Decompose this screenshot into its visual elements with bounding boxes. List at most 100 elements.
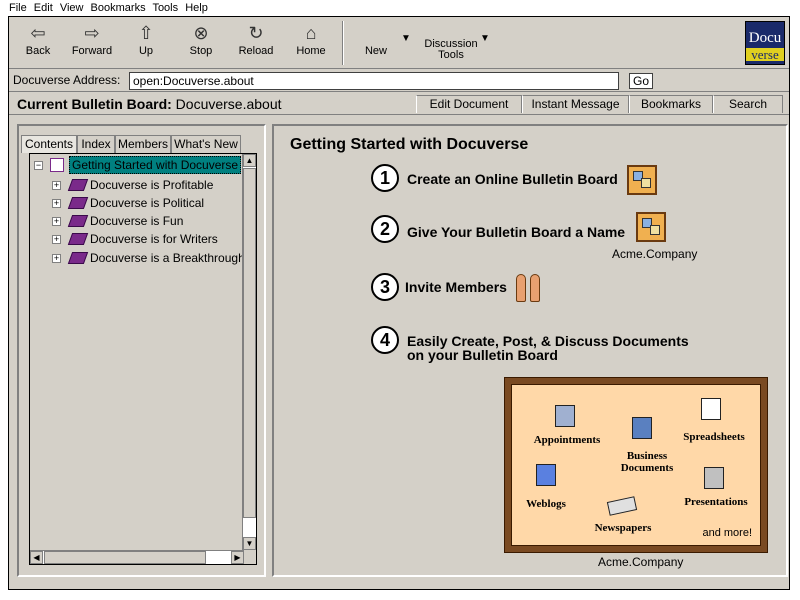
up-button[interactable]: ⇧ Up [121,21,171,67]
step-2-number: 2 [371,215,399,243]
logo-text-bottom: verse [746,48,784,61]
step-1-text[interactable]: Create an Online Bulletin Board [407,172,618,187]
tab-whats-new[interactable]: What's New [171,135,241,153]
appointments-label[interactable]: Appointments [527,434,607,446]
step-4-number: 4 [371,326,399,354]
page-title: Getting Started with Docuverse [290,136,529,153]
weblogs-icon[interactable] [536,464,556,486]
expand-icon[interactable]: + [52,235,61,244]
go-button[interactable]: Go [629,73,653,89]
reload-label: Reload [238,45,274,57]
board-name-caption: Acme.Company [612,247,698,261]
scroll-up-icon[interactable]: ▲ [243,154,256,167]
tree-item[interactable]: + Docuverse is Fun [50,212,242,230]
book-icon [67,252,89,264]
spreadsheets-icon[interactable] [701,398,721,420]
panel-caption: Acme.Company [598,555,684,569]
newspapers-icon[interactable] [606,496,638,516]
up-label: Up [138,45,154,57]
newspapers-label[interactable]: Newspapers [586,522,660,534]
new-dropdown-icon[interactable]: ▼ [401,33,411,44]
back-label: Back [25,45,51,57]
document-types-panel: Appointments Business Documents Spreadsh… [504,377,768,553]
toolbar-separator [342,21,344,65]
tab-instant-message[interactable]: Instant Message [522,95,629,113]
expand-icon[interactable]: + [52,217,61,226]
stop-icon: ⊗ [193,23,209,43]
forward-label: Forward [71,45,113,57]
scroll-left-icon[interactable]: ◀ [30,551,43,564]
board-name: Docuverse.about [175,96,282,112]
step-1-number: 1 [371,164,399,192]
appointments-icon[interactable] [555,405,575,427]
scroll-right-icon[interactable]: ▶ [231,551,244,564]
expand-icon[interactable]: + [52,254,61,263]
book-icon [67,179,89,191]
vertical-scrollbar[interactable]: ▲ ▼ [242,154,256,550]
book-icon [67,215,89,227]
menu-bar: File Edit View Bookmarks Tools Help [0,0,800,16]
tree-item[interactable]: + Docuverse is Profitable [50,176,242,194]
vertical-scroll-thumb[interactable] [243,168,256,518]
new-label: New [364,45,387,57]
tab-index[interactable]: Index [77,135,115,153]
board-title: Current Bulletin Board: Docuverse.about [17,96,282,112]
home-button[interactable]: ⌂ Home [286,21,336,67]
menu-edit[interactable]: Edit [34,2,53,14]
tab-contents[interactable]: Contents [21,135,77,153]
horizontal-scrollbar[interactable]: ◀ ▶ [30,550,244,564]
tree-item[interactable]: + Docuverse is a Breakthrough [50,249,242,267]
horizontal-scroll-thumb[interactable] [44,551,206,564]
menu-view[interactable]: View [60,2,84,14]
tree-root-row[interactable]: − Getting Started with Docuverse [32,156,242,174]
presentations-label[interactable]: Presentations [678,496,754,508]
tree-item-label[interactable]: Docuverse is Political [90,194,204,212]
reload-button[interactable]: ↻ Reload [231,21,281,67]
browser-window: ⇦ Back ⇨ Forward ⇧ Up ⊗ Stop ↻ Reload ⌂ … [8,16,790,590]
discussion-dropdown-icon[interactable]: ▼ [480,33,490,44]
tree-item-label[interactable]: Docuverse is for Writers [90,230,218,248]
toolbar: ⇦ Back ⇨ Forward ⇧ Up ⊗ Stop ↻ Reload ⌂ … [9,17,789,69]
business-documents-label[interactable]: Business Documents [612,450,682,474]
menu-tools[interactable]: Tools [152,2,178,14]
address-label: Docuverse Address: [13,73,121,87]
tab-members[interactable]: Members [115,135,171,153]
address-input[interactable] [129,72,619,90]
menu-help[interactable]: Help [185,2,208,14]
bulletin-board-icon[interactable] [627,165,657,195]
collapse-icon[interactable]: − [34,161,43,170]
tab-search[interactable]: Search [713,95,783,113]
tree-item-label[interactable]: Docuverse is a Breakthrough [90,249,242,267]
tab-edit-document[interactable]: Edit Document [416,95,522,113]
tree-item[interactable]: + Docuverse is Political [50,194,242,212]
menu-bookmarks[interactable]: Bookmarks [91,2,146,14]
tree-item-label[interactable]: Docuverse is Fun [90,212,183,230]
weblogs-label[interactable]: Weblogs [516,498,576,510]
tree-item-label[interactable]: Docuverse is Profitable [90,176,213,194]
expand-icon[interactable]: + [52,199,61,208]
spreadsheets-label[interactable]: Spreadsheets [678,431,750,443]
expand-icon[interactable]: + [52,181,61,190]
forward-button[interactable]: ⇨ Forward [67,21,117,67]
bulletin-board-icon[interactable] [636,212,666,242]
new-button[interactable]: New [350,21,402,67]
tree-item[interactable]: + Docuverse is for Writers [50,230,242,248]
back-button[interactable]: ⇦ Back [13,21,63,67]
new-icon [350,21,402,45]
stop-button[interactable]: ⊗ Stop [176,21,226,67]
open-book-icon [50,158,64,172]
tools-label: Tools [438,49,464,61]
book-icon [67,233,89,245]
step-3-text[interactable]: Invite Members [405,280,507,295]
tab-bookmarks[interactable]: Bookmarks [629,95,713,113]
step-2-text[interactable]: Give Your Bulletin Board a Name [407,225,625,240]
main-content-pane: Getting Started with Docuverse 1 Create … [272,124,788,577]
business-documents-icon[interactable] [632,417,652,439]
reload-icon: ↻ [248,23,264,43]
scroll-down-icon[interactable]: ▼ [243,537,256,550]
presentations-icon[interactable] [704,467,724,489]
step-4-text-2[interactable]: on your Bulletin Board [407,348,558,363]
tree-root-label[interactable]: Getting Started with Docuverse [69,156,242,174]
menu-file[interactable]: File [9,2,27,14]
members-icon[interactable] [514,272,544,304]
